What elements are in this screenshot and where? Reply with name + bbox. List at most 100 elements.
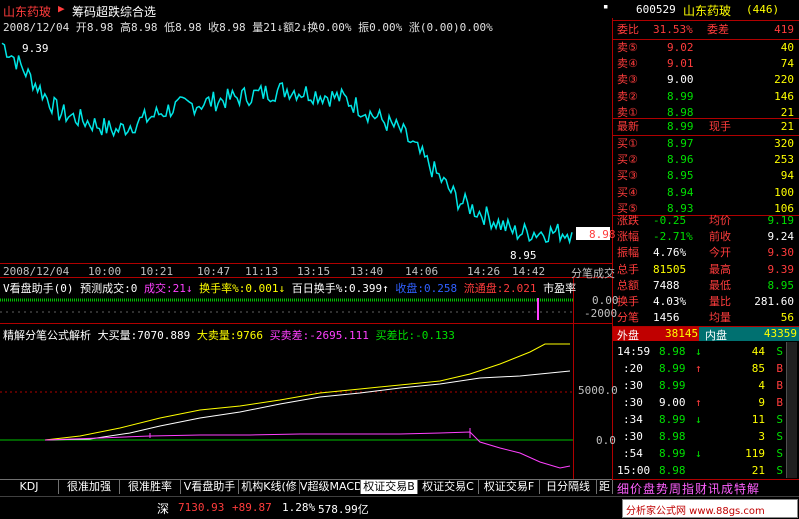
bid-vol: 320 [774,137,794,150]
tick-time: :30 [623,430,643,443]
bottom-y-top: 5000.0 [578,384,618,397]
stock-name[interactable]: 山东药玻 [3,3,51,20]
tick-row: :20 8.99 ↑ 85 B [617,361,783,378]
tick-time: :30 [623,379,643,392]
minimize-icon[interactable]: ▪ [603,2,608,12]
stat-label: 总额 [617,278,639,292]
tab-quanzheng-b[interactable]: 权证交易B [361,480,418,494]
index-pct: 1.28% [282,501,316,514]
stat-label: 涨幅 [617,230,639,244]
tick-time: 14:59 [617,345,651,358]
latest-row: 最新 8.99 现手 21 [617,119,796,135]
ask-price: 8.99 [667,89,694,103]
xianshou-value: 21 [780,120,794,133]
stat-value: 4.76% [653,246,687,260]
stats-row: 总额 7488 最低 8.95 [617,278,796,294]
stat-value: 9.19 [767,214,795,227]
stats-row: 换手 4.03% 量比 281.60 [617,294,796,310]
ask-row[interactable]: 卖⑤ 9.02 40 [617,40,796,56]
ask-row[interactable]: 卖② 8.99 146 [617,89,796,105]
axis-date: 2008/12/04 [3,265,70,278]
tab-v-macd[interactable]: V超级MACD [300,480,361,494]
stat-value: 7488 [653,278,680,292]
index-change: +89.87 [232,501,272,514]
formula-name[interactable]: 筹码超跌综合选 [72,3,156,20]
tick-price: 8.99 [659,362,686,375]
stat-label: 最高 [709,262,731,276]
tick-vol: 4 [758,379,765,392]
bid-row[interactable]: 买① 8.97 320 [617,136,796,152]
bid-row[interactable]: 买② 8.96 253 [617,152,796,168]
axis-tick: 10:00 [88,265,122,278]
tick-scrollbar[interactable] [786,342,797,478]
bid-price: 8.97 [667,137,694,150]
weibi-row: 委比 31.53% 委差 419 [617,22,796,38]
stock-num: (446) [746,3,780,16]
tick-list: 14:59 8.98 ↓ 44 S :20 8.99 ↑ 85 B :30 8.99 4 B :30 9… [617,344,783,480]
tick-side: S [776,464,783,477]
axis-tick: 11:13 [245,265,279,278]
v-panel-chart [0,298,573,320]
tick-row: :30 8.99 4 B [617,378,783,395]
tab-quanzheng-c[interactable]: 权证交易C [418,480,479,494]
stat-label: 总手 [617,262,639,276]
tick-price: 9.00 [659,396,686,409]
axis-tick: 13:40 [350,265,384,278]
bid-label: 买④ [617,185,638,199]
tick-time: :34 [623,413,643,426]
ask-vol: 220 [774,73,794,87]
stat-value: 281.60 [754,294,794,308]
tick-dir: ↓ [695,447,702,460]
ask-label: 卖④ [617,57,638,71]
bid-row[interactable]: 买③ 8.95 94 [617,168,796,184]
ask-row[interactable]: 卖③ 9.00 220 [617,72,796,88]
weibi-label: 委比 [617,23,639,36]
tab-v-kanpan[interactable]: V看盘助手 [181,480,239,494]
ask-price: 9.02 [667,41,694,54]
tab-rifen-gexian[interactable]: 日分隔线 [540,480,597,494]
tick-price: 8.99 [659,447,686,460]
tab-kdj[interactable]: KDJ [0,480,59,494]
tick-vol: 119 [745,447,765,460]
stat-value: 81505 [653,262,687,276]
tick-side: B [776,396,783,409]
stat-label: 均价 [709,214,731,227]
axis-tick: 13:15 [297,265,331,278]
tick-side: B [776,379,783,392]
tick-time: :54 [623,447,643,460]
ask-vol: 74 [780,57,794,71]
tab-ju[interactable]: 距 [597,480,613,494]
tick-dir: ↑ [695,396,702,409]
bid-list: 买① 8.97 320 买② 8.96 253 买③ 8.95 94 买④ 8.94 100 买… [617,136,796,217]
ask-vol: 146 [774,89,794,103]
stat-label: 分笔 [617,311,639,325]
tick-time: :30 [623,396,643,409]
tab-henzhun-jiaqiang[interactable]: 很准加强 [59,480,120,494]
stat-value: 56 [780,311,794,325]
bid-vol: 94 [780,169,794,183]
stat-value: -0.25 [653,214,687,227]
tick-side: S [776,345,783,358]
tab-jigou-kline[interactable]: 机构K线(修 [239,480,300,494]
site-logo[interactable]: 分析家公式网 www.88gs.com [622,499,798,518]
stat-label: 最低 [709,278,731,292]
tick-price: 8.99 [659,379,686,392]
stat-value: 1456 [653,311,680,325]
tab-henzhun-shenglv[interactable]: 很准胜率 [120,480,181,494]
current-price-label: 8.98 [589,228,616,241]
chart-right-border [612,18,613,480]
tick-side: S [776,447,783,460]
tab-quanzheng-f[interactable]: 权证交易F [479,480,540,494]
tick-price: 8.98 [659,345,686,358]
tick-time: 15:00 [617,464,651,477]
tick-price: 8.99 [659,413,686,426]
ask-row[interactable]: 卖④ 9.01 74 [617,56,796,72]
ad-text[interactable]: 细价盘势周指财讯成特解 [617,480,760,497]
market-name: 深 [157,502,170,516]
bid-row[interactable]: 买④ 8.94 100 [617,185,796,201]
v-y0: 0.00 [592,294,619,307]
stat-value: 8.95 [767,278,795,292]
weicha-label: 委差 [707,23,729,36]
bid-label: 买③ [617,169,638,183]
play-arrow-icon[interactable]: ▶ [58,2,65,15]
